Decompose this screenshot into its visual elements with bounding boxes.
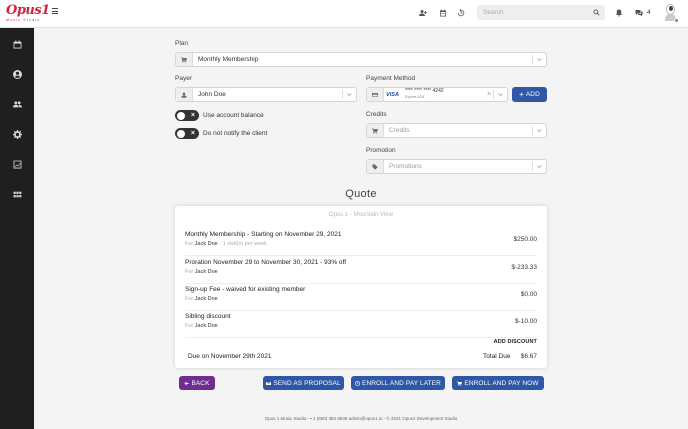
add-user-icon[interactable] <box>418 8 428 18</box>
top-header: Opus1 Music Studio 4 <box>0 0 688 28</box>
line-for: For Jack Doe <box>185 323 218 329</box>
tag-icon <box>367 160 384 173</box>
plus-icon: + <box>519 89 524 99</box>
card-info: **** **** **** 4242 Expires 4/24 <box>405 88 485 100</box>
plan-select[interactable]: Monthly Membership <box>175 52 547 67</box>
close-icon: × <box>190 130 195 137</box>
logo-text: Opus1 <box>6 3 50 18</box>
student-name: Jack Doe <box>194 296 218 302</box>
chevron-down-icon[interactable] <box>532 126 546 135</box>
plan-label: Plan <box>175 40 189 47</box>
quote-title: Quote <box>345 188 377 200</box>
add-payment-button[interactable]: + ADD <box>512 87 547 102</box>
enroll-pay-now-button[interactable]: ENROLL AND PAY NOW <box>452 376 544 390</box>
no-notify-label: Do not notify the client <box>203 130 268 137</box>
line-for: For Jack Doe - 1 visit(s) per week <box>185 241 267 247</box>
card-number: **** **** **** 4242 <box>405 88 444 94</box>
chevron-down-icon[interactable] <box>532 55 546 64</box>
location-name: Opus 1 - Mountain View <box>329 212 393 218</box>
total-due-value: $6.67 <box>520 353 537 360</box>
envelope-icon <box>266 381 272 385</box>
credits-label: Credits <box>366 111 387 118</box>
bell-icon[interactable] <box>614 8 624 18</box>
quote-line: Monthly Membership - Starting on Novembe… <box>185 229 537 256</box>
user-circle-icon[interactable] <box>12 69 22 79</box>
credits-select[interactable]: Credits <box>366 123 547 138</box>
student-name: Jack Doe <box>194 269 218 275</box>
line-for: For Jack Doe <box>185 269 218 275</box>
line-amount: $0.00 <box>520 291 537 298</box>
payment-method-select[interactable]: VISA **** **** **** 4242 Expires 4/24 × <box>366 87 508 102</box>
line-amount: $-233.33 <box>511 264 537 271</box>
message-count: 4 <box>647 9 651 16</box>
quote-line: Sign-up Fee - waived for existing member… <box>185 284 537 311</box>
users-icon[interactable] <box>12 99 22 109</box>
line-description: Monthly Membership - Starting on Novembe… <box>185 231 342 238</box>
cart-icon <box>367 124 384 137</box>
card-expiry: Expires 4/24 <box>405 94 425 99</box>
user-icon <box>176 88 193 101</box>
back-button[interactable]: BACK <box>179 376 215 390</box>
avatar[interactable] <box>663 4 679 23</box>
payment-method-label: Payment Method <box>366 75 416 82</box>
line-for: For Jack Doe <box>185 296 218 302</box>
no-notify-toggle[interactable]: × <box>175 128 199 139</box>
chevron-down-icon[interactable] <box>493 90 507 99</box>
search-input[interactable] <box>477 5 577 20</box>
send-proposal-button[interactable]: SEND AS PROPOSAL <box>263 376 344 390</box>
cart-icon <box>457 380 463 386</box>
chevron-down-icon[interactable] <box>532 162 546 171</box>
line-description: Sign-up Fee - waived for existing member <box>185 286 306 293</box>
logo[interactable]: Opus1 Music Studio <box>6 3 50 24</box>
logo-subtitle: Music Studio <box>6 18 41 22</box>
add-discount-link[interactable]: ADD DISCOUNT <box>494 339 537 345</box>
line-amount: $-10.00 <box>514 318 537 325</box>
promotion-select[interactable]: Promotions <box>366 159 547 174</box>
student-name: Jack Doe <box>194 323 218 329</box>
use-balance-label: Use account balance <box>203 112 264 119</box>
line-amount: $250.00 <box>513 236 538 243</box>
clear-icon[interactable]: × <box>485 91 493 98</box>
footer-text: Opus 1 Music Studio - • 1 (650) 384 6848… <box>264 416 458 421</box>
add-label: ADD <box>525 91 540 98</box>
gear-icon[interactable] <box>12 129 22 139</box>
visa-logo: VISA <box>386 91 399 98</box>
search-icon[interactable] <box>593 9 600 16</box>
chevron-down-icon[interactable] <box>342 90 356 99</box>
promotion-label: Promotion <box>366 147 396 154</box>
chat-icon[interactable] <box>634 8 644 18</box>
history-icon[interactable] <box>456 8 466 18</box>
due-date: Due on November 29th 2021 <box>188 353 272 360</box>
credit-card-icon <box>367 88 384 101</box>
cart-icon <box>176 53 193 66</box>
quote-card: Opus 1 - Mountain View Monthly Membershi… <box>175 206 547 368</box>
arrow-left-icon <box>184 381 189 385</box>
calendar-icon[interactable] <box>12 39 22 49</box>
payer-value: John Doe <box>198 91 226 98</box>
search-box[interactable] <box>477 5 605 20</box>
calendar-icon[interactable] <box>438 8 448 18</box>
grid-icon[interactable] <box>12 189 22 199</box>
menu-icon[interactable] <box>52 8 58 14</box>
total-due-label: Total Due <box>483 353 511 360</box>
payer-select[interactable]: John Doe <box>175 87 357 102</box>
line-extra: - 1 visit(s) per week <box>217 241 267 247</box>
online-status-dot <box>674 18 679 23</box>
promotion-placeholder: Promotions <box>389 163 422 170</box>
plan-value: Monthly Membership <box>198 56 259 63</box>
close-icon: × <box>190 112 195 119</box>
quote-line: Proration November 29 to November 30, 20… <box>185 257 537 284</box>
sidebar <box>0 28 34 429</box>
credits-placeholder: Credits <box>389 127 410 134</box>
line-description: Sibling discount <box>185 313 231 320</box>
payer-label: Payer <box>175 75 192 82</box>
enroll-pay-later-button[interactable]: ENROLL AND PAY LATER <box>351 376 445 390</box>
line-description: Proration November 29 to November 30, 20… <box>185 259 347 266</box>
quote-line: Sibling discount For Jack Doe $-10.00 <box>185 311 537 338</box>
student-name: Jack Doe <box>194 241 218 247</box>
clock-icon <box>355 380 361 386</box>
chart-icon[interactable] <box>12 159 22 169</box>
use-balance-toggle[interactable]: × <box>175 110 199 121</box>
